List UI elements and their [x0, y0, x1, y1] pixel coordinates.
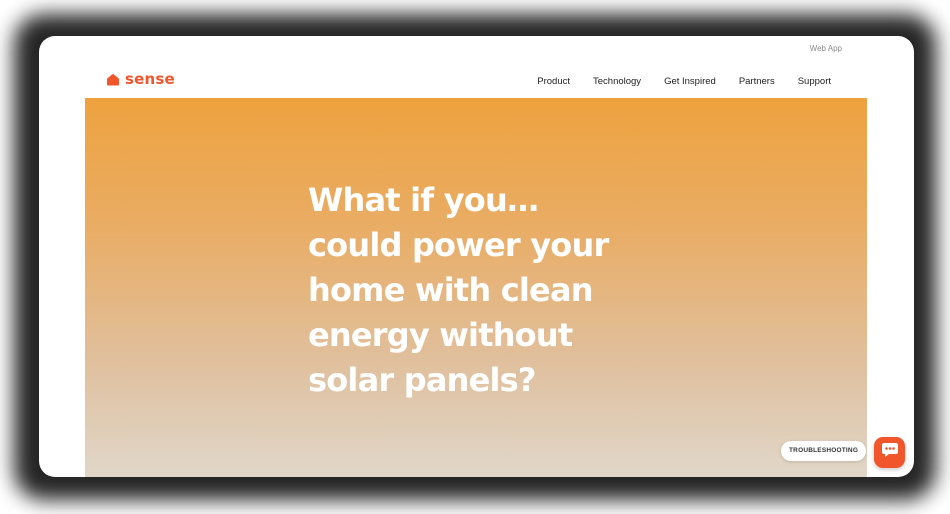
nav-item-product[interactable]: Product — [537, 76, 570, 87]
headline-line: could power your — [308, 226, 609, 264]
chat-bubble-icon — [881, 442, 899, 463]
headline-line: home with clean — [308, 271, 594, 309]
chat-launcher-button[interactable] — [874, 437, 905, 468]
browser-viewport: Web App sense Product Technology Get Ins… — [39, 36, 914, 477]
nav-item-technology[interactable]: Technology — [593, 76, 641, 87]
site-header: sense Product Technology Get Inspired Pa… — [39, 64, 914, 98]
house-icon — [106, 73, 120, 86]
headline-line: energy without — [308, 316, 573, 354]
brand-name: sense — [125, 70, 175, 88]
main-nav: Product Technology Get Inspired Partners… — [537, 76, 831, 87]
headline-line: solar panels? — [308, 361, 536, 399]
hero-banner: What if you… could power your home with … — [85, 98, 867, 477]
hero-headline: What if you… could power your home with … — [308, 178, 648, 403]
web-app-link[interactable]: Web App — [810, 44, 842, 53]
nav-item-partners[interactable]: Partners — [739, 76, 775, 87]
headline-line: What if you… — [308, 181, 539, 219]
nav-item-get-inspired[interactable]: Get Inspired — [664, 76, 716, 87]
nav-item-support[interactable]: Support — [798, 76, 831, 87]
brand-logo[interactable]: sense — [106, 70, 175, 88]
troubleshooting-button[interactable]: TROUBLESHOOTING — [781, 441, 867, 461]
